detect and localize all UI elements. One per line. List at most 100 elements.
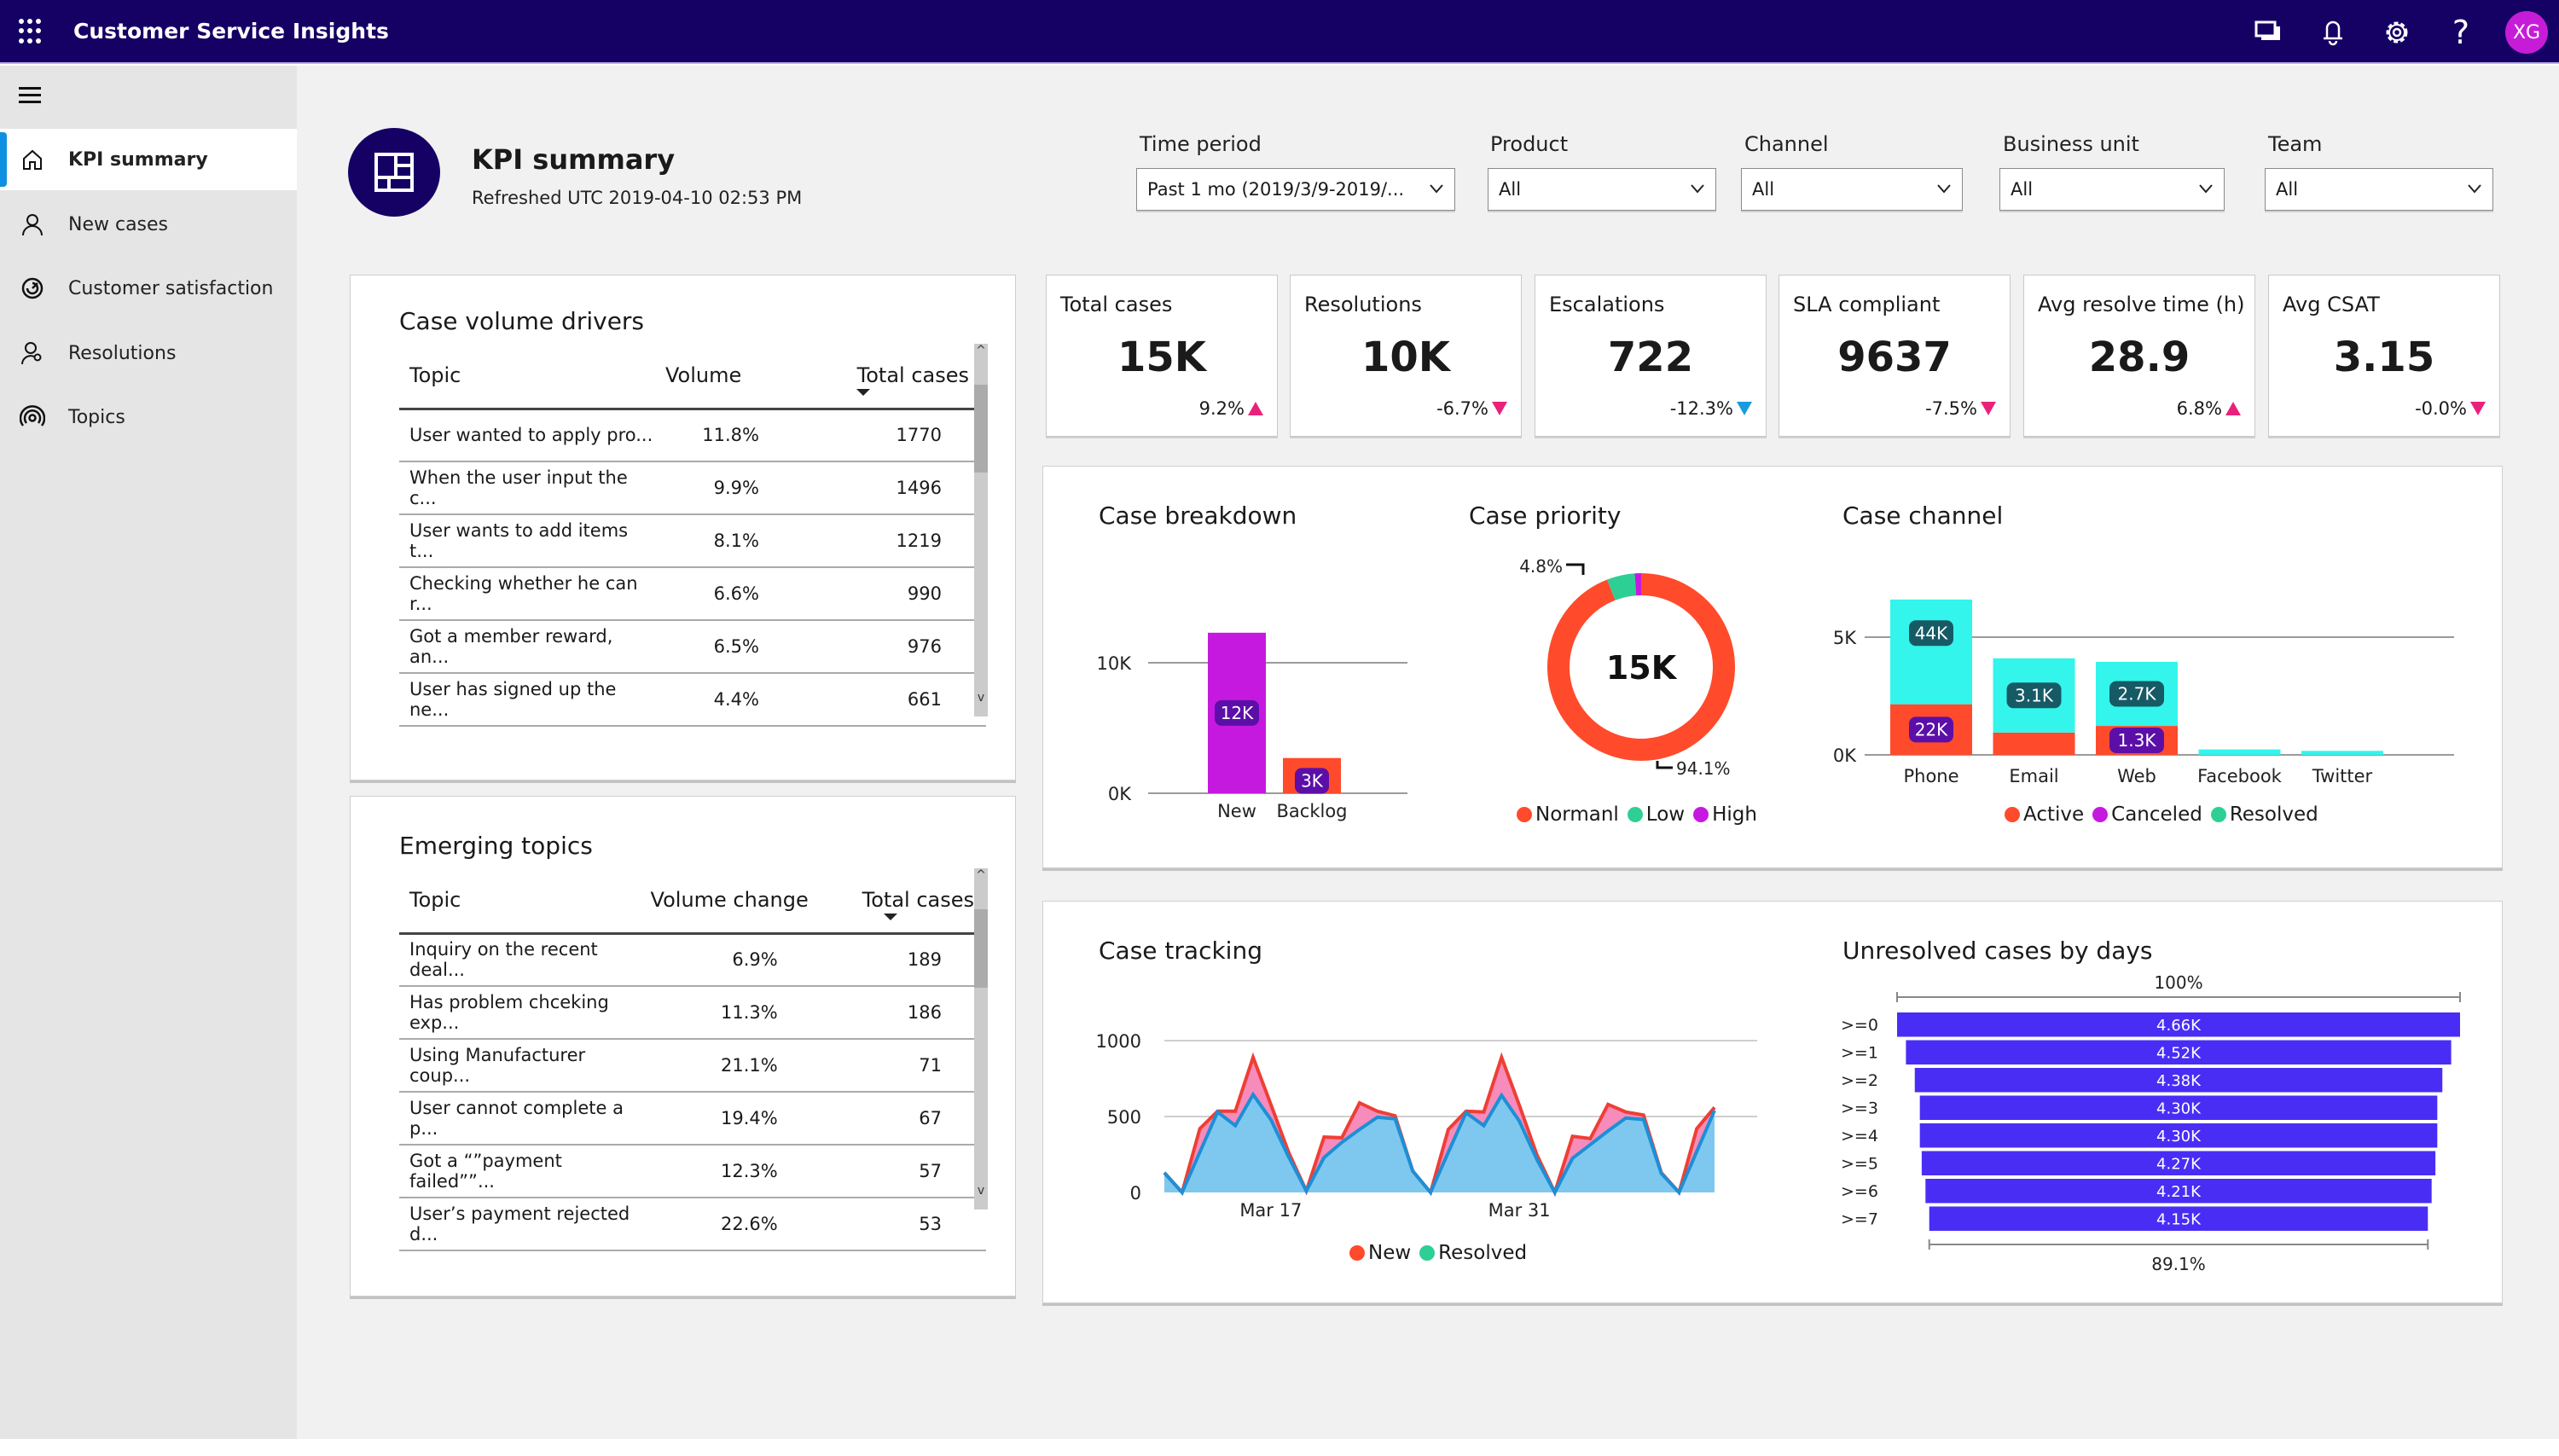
sidebar-item-label: KPI summary	[68, 148, 208, 171]
x-tick-label: Mar 17	[1239, 1200, 1302, 1221]
volume-cell: 8.1%	[655, 514, 790, 568]
column-header-topic[interactable]: Topic	[399, 868, 634, 935]
kpi-card[interactable]: SLA compliant 9637 -7.5%	[1779, 275, 2011, 437]
home-icon	[19, 146, 46, 173]
bar-facebook-resolved[interactable]	[2198, 749, 2281, 755]
table-row[interactable]: User wanted to apply pro... 11.8% 1770	[399, 409, 986, 462]
scroll-down-icon[interactable]: v	[974, 691, 988, 705]
total-cases-cell: 976	[790, 620, 986, 674]
column-header-total-cases[interactable]: Total cases	[790, 344, 986, 410]
dashboard-icon	[348, 128, 440, 217]
area-resolved[interactable]	[1164, 1094, 1715, 1192]
kpi-label: Resolutions	[1304, 293, 1422, 316]
product-dropdown[interactable]: All	[1488, 168, 1716, 211]
legend-dot-icon	[1693, 807, 1709, 822]
bell-icon[interactable]	[2316, 15, 2350, 49]
kpi-label: Avg CSAT	[2283, 293, 2380, 316]
table-row[interactable]: Checking whether he can r... 6.6% 990	[399, 567, 986, 621]
legend-item[interactable]: Normanl	[1517, 803, 1619, 826]
table-row[interactable]: User has signed up the ne... 4.4% 661	[399, 673, 986, 727]
kpi-delta: -12.3%	[1670, 398, 1752, 419]
table-row[interactable]: User’s payment rejected d... 22.6% 53	[399, 1198, 986, 1251]
unresolved-cases-chart: 100% 4.66K >=0 4.52K >=1 4.38K >=2 4.30K >=3 4.30…	[1841, 972, 2461, 1274]
filter-label-product: Product	[1490, 132, 1569, 156]
legend-item[interactable]: Active	[2005, 803, 2084, 826]
legend-item[interactable]: Canceled	[2092, 803, 2202, 826]
table-row[interactable]: When the user input the c... 9.9% 1496	[399, 461, 986, 515]
sidebar-item-new-cases[interactable]: New cases	[0, 194, 297, 255]
bar-twitter-resolved[interactable]	[2301, 751, 2383, 755]
sidebar-item-topics[interactable]: Topics	[0, 386, 297, 448]
funnel-category-label: >=3	[1841, 1099, 1878, 1118]
chevron-down-icon	[2468, 184, 2481, 194]
volume-cell: 19.4%	[633, 1092, 809, 1146]
kpi-card[interactable]: Resolutions 10K -6.7%	[1290, 275, 1522, 437]
column-header-volume[interactable]: Volume	[655, 344, 790, 410]
column-header-topic[interactable]: Topic	[399, 344, 655, 410]
table-row[interactable]: Has problem chceking exp... 11.3% 186	[399, 986, 986, 1040]
table-row[interactable]: User cannot complete a p... 19.4% 67	[399, 1092, 986, 1146]
table-row[interactable]: Got a member reward, an... 6.5% 976	[399, 620, 986, 674]
sidebar-item-kpi-summary[interactable]: KPI summary	[0, 129, 297, 190]
sidebar-item-label: Resolutions	[68, 342, 177, 364]
kpi-card[interactable]: Avg CSAT 3.15 -0.0%	[2268, 275, 2500, 437]
table-row[interactable]: Got a “”payment failed””... 12.3% 57	[399, 1145, 986, 1198]
case-priority-title: Case priority	[1469, 502, 1622, 530]
x-tick-label: Phone	[1903, 766, 1958, 786]
legend-item[interactable]: New	[1349, 1242, 1411, 1264]
scroll-up-icon[interactable]: ^	[974, 868, 988, 882]
table-row[interactable]: Using Manufacturer coup... 21.1% 71	[399, 1039, 986, 1093]
scrollbar-thumb[interactable]	[974, 909, 988, 988]
legend-label: Resolved	[2229, 803, 2318, 826]
bar-email-active[interactable]	[1993, 732, 2075, 755]
legend-item[interactable]: Resolved	[1419, 1242, 1527, 1264]
waffle-icon[interactable]	[19, 19, 44, 44]
kpi-card[interactable]: Escalations 722 -12.3%	[1535, 275, 1767, 437]
hamburger-menu-icon[interactable]	[19, 87, 41, 104]
scroll-down-icon[interactable]: v	[974, 1184, 988, 1198]
trend-up-icon	[1248, 402, 1263, 415]
table-row[interactable]: Inquiry on the recent deal... 6.9% 189	[399, 933, 986, 987]
scrollbar[interactable]: ^ v	[974, 868, 988, 1209]
avatar[interactable]: XG	[2505, 11, 2548, 54]
legend-item[interactable]: Low	[1627, 803, 1685, 826]
sidebar-item-customer-satisfaction[interactable]: Customer satisfaction	[0, 258, 297, 319]
scrollbar-thumb[interactable]	[974, 385, 988, 473]
column-header-volume-change[interactable]: Volume change	[633, 868, 809, 935]
volume-cell: 21.1%	[633, 1039, 809, 1093]
filter-label-channel: Channel	[1744, 132, 1829, 156]
legend-item[interactable]: Resolved	[2210, 803, 2318, 826]
scroll-up-icon[interactable]: ^	[974, 344, 988, 357]
business-unit-dropdown[interactable]: All	[1999, 168, 2225, 211]
case-channel-title: Case channel	[1842, 502, 2004, 530]
kpi-label: Escalations	[1549, 293, 1665, 316]
case-breakdown-chart: 0K 10K 12K New 3K Backlog	[1097, 632, 1407, 821]
scrollbar[interactable]: ^ v	[974, 344, 988, 716]
case-tracking-chart: 0 500 1000 Mar 17 Mar 31	[1096, 1031, 1757, 1221]
bar-data-label: 3.1K	[2006, 682, 2062, 709]
sidebar-item-resolutions[interactable]: Resolutions	[0, 322, 297, 384]
sidebar-item-label: New cases	[68, 213, 169, 235]
x-tick-label: Facebook	[2197, 766, 2283, 786]
pie-annotation: 94.1%	[1676, 758, 1731, 779]
legend-item[interactable]: High	[1693, 803, 1757, 826]
case-priority-legend: Normanl Low High	[1517, 803, 1762, 826]
kpi-card[interactable]: Total cases 15K 9.2%	[1046, 275, 1278, 437]
kpi-label: Avg resolve time (h)	[2038, 293, 2245, 316]
help-icon[interactable]: ?	[2444, 14, 2478, 51]
volume-cell: 11.8%	[655, 409, 790, 462]
gear-icon[interactable]	[2380, 15, 2414, 49]
kpi-card[interactable]: Avg resolve time (h) 28.9 6.8%	[2023, 275, 2255, 437]
column-header-total-cases[interactable]: Total cases	[808, 868, 986, 935]
total-cases-cell: 1496	[790, 461, 986, 515]
channel-dropdown[interactable]: All	[1741, 168, 1963, 211]
chat-icon[interactable]	[2252, 15, 2286, 49]
case-channel-chart: 0K 5K 22K 44K Phone 3.1K Email 1.3K 2.7K Web Faceb…	[1833, 599, 2454, 786]
team-dropdown[interactable]: All	[2265, 168, 2493, 211]
table-row[interactable]: User wants to add items t... 8.1% 1219	[399, 514, 986, 568]
time-period-dropdown[interactable]: Past 1 mo (2019/3/9-2019/...	[1136, 168, 1455, 211]
legend-dot-icon	[2005, 807, 2020, 822]
case-priority-chart: 15K 4.8% 94.1%	[1519, 556, 1735, 779]
bar-phone-resolved[interactable]	[1890, 599, 1972, 705]
trend-down-icon	[1492, 402, 1507, 415]
